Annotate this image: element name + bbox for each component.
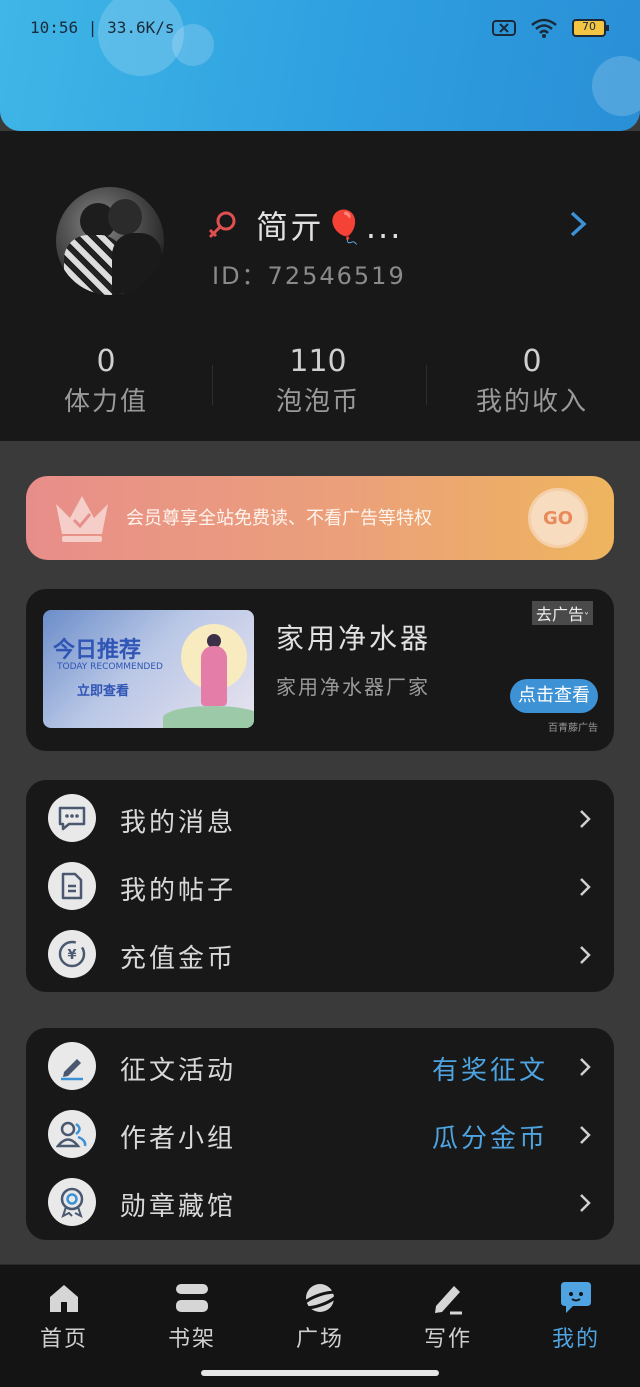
- sim-off-icon: [492, 19, 516, 37]
- remove-ad-button[interactable]: 去广告˅: [532, 601, 594, 625]
- top-banner: 10:56 | 33.6K/s 70: [0, 0, 640, 131]
- stat-label: 体力值: [63, 387, 148, 417]
- nav-label: 写作: [423, 1327, 472, 1352]
- menu-group-2: 征文活动 有奖征文 作者小组 瓜分金币 勋章藏馆: [26, 1028, 614, 1240]
- ad-image-button: 立即查看: [77, 684, 130, 699]
- ad-image[interactable]: 今日推荐 TODAY RECOMMENDED 立即查看: [43, 610, 254, 728]
- wifi-icon: [530, 18, 558, 38]
- home-icon: [0, 1279, 128, 1317]
- nav-label: 我的: [551, 1327, 600, 1352]
- username: 简亓🎈...: [256, 208, 403, 246]
- home-indicator: [201, 1370, 439, 1376]
- nav-label: 首页: [39, 1327, 88, 1352]
- bookshelf-icon: [128, 1279, 256, 1317]
- stat-stamina[interactable]: 0 体力值: [0, 342, 212, 422]
- menu-tag: 瓜分金币: [431, 1124, 548, 1154]
- nav-tab-square[interactable]: 广场: [256, 1279, 384, 1353]
- user-id: ID：72546519: [212, 262, 406, 290]
- medal-icon: [48, 1178, 96, 1226]
- bubble-decoration: [592, 56, 640, 116]
- stat-income[interactable]: 0 我的收入: [426, 342, 638, 422]
- profile-chevron-icon[interactable]: [566, 210, 590, 242]
- nav-tab-write[interactable]: 写作: [384, 1279, 512, 1353]
- stat-value: 0: [96, 344, 116, 379]
- bottom-nav: 首页 书架 广场 写作 我的: [0, 1264, 640, 1387]
- ad-card[interactable]: 今日推荐 TODAY RECOMMENDED 立即查看 家用净水器 家用净水器厂…: [26, 589, 614, 751]
- menu-item-messages[interactable]: 我的消息: [26, 784, 614, 852]
- female-gender-icon: [206, 208, 240, 246]
- menu-label: 充值金币: [120, 944, 237, 974]
- menu-item-medal-hall[interactable]: 勋章藏馆: [26, 1168, 614, 1236]
- menu-label: 征文活动: [120, 1056, 237, 1086]
- nav-tab-me[interactable]: 我的: [512, 1279, 640, 1353]
- chevron-right-icon: [578, 1192, 592, 1218]
- message-icon: [48, 794, 96, 842]
- nav-label: 广场: [295, 1327, 344, 1352]
- ad-source: 百青藤广告: [548, 723, 598, 734]
- crown-icon: [52, 490, 112, 550]
- stat-value: 110: [289, 344, 347, 379]
- status-bar: 10:56 | 33.6K/s 70: [0, 0, 640, 58]
- chevron-down-icon: ˅: [584, 612, 590, 623]
- ad-image-subtitle: TODAY RECOMMENDED: [57, 662, 163, 672]
- group-icon: [48, 1110, 96, 1158]
- vip-text: 会员尊享全站免费读、不看广告等特权: [126, 508, 432, 529]
- stat-bubble-coins[interactable]: 110 泡泡币: [212, 342, 424, 422]
- status-time: 10:56 | 33.6K/s: [30, 18, 175, 37]
- nav-tab-home[interactable]: 首页: [0, 1279, 128, 1353]
- menu-label: 我的消息: [120, 808, 237, 838]
- coin-icon: ¥: [48, 930, 96, 978]
- menu-item-essay-contest[interactable]: 征文活动 有奖征文: [26, 1032, 614, 1100]
- menu-item-recharge[interactable]: ¥ 充值金币: [26, 920, 614, 988]
- planet-icon: [256, 1279, 384, 1317]
- profile-bubble-icon: [512, 1279, 640, 1317]
- write-icon: [384, 1279, 512, 1317]
- menu-tag: 有奖征文: [431, 1056, 548, 1086]
- chevron-right-icon: [578, 1124, 592, 1150]
- ad-title: 家用净水器: [276, 622, 432, 655]
- go-button[interactable]: GO: [528, 488, 588, 548]
- chevron-right-icon: [578, 808, 592, 834]
- menu-item-author-group[interactable]: 作者小组 瓜分金币: [26, 1100, 614, 1168]
- battery-level: 70: [582, 20, 596, 33]
- menu-label: 作者小组: [120, 1124, 237, 1154]
- ad-description: 家用净水器厂家: [276, 675, 430, 699]
- stat-label: 泡泡币: [275, 387, 360, 417]
- chevron-right-icon: [578, 876, 592, 902]
- menu-label: 我的帖子: [120, 876, 237, 906]
- ad-image-title: 今日推荐: [53, 638, 142, 663]
- nav-tab-bookshelf[interactable]: 书架: [128, 1279, 256, 1353]
- chevron-right-icon: [578, 1056, 592, 1082]
- stat-value: 0: [522, 344, 542, 379]
- battery-icon: 70: [572, 19, 610, 37]
- vip-banner[interactable]: 会员尊享全站免费读、不看广告等特权 GO: [26, 476, 614, 560]
- avatar[interactable]: [56, 187, 164, 295]
- document-icon: [48, 862, 96, 910]
- remove-ad-label: 去广告: [536, 605, 585, 624]
- menu-group-1: 我的消息 我的帖子 ¥ 充值金币: [26, 780, 614, 992]
- menu-label: 勋章藏馆: [120, 1192, 237, 1222]
- pen-icon: [48, 1042, 96, 1090]
- svg-text:¥: ¥: [67, 948, 76, 963]
- chevron-right-icon: [578, 944, 592, 970]
- stat-label: 我的收入: [475, 387, 588, 417]
- nav-label: 书架: [167, 1327, 216, 1352]
- menu-item-posts[interactable]: 我的帖子: [26, 852, 614, 920]
- ad-view-button[interactable]: 点击查看: [510, 679, 598, 713]
